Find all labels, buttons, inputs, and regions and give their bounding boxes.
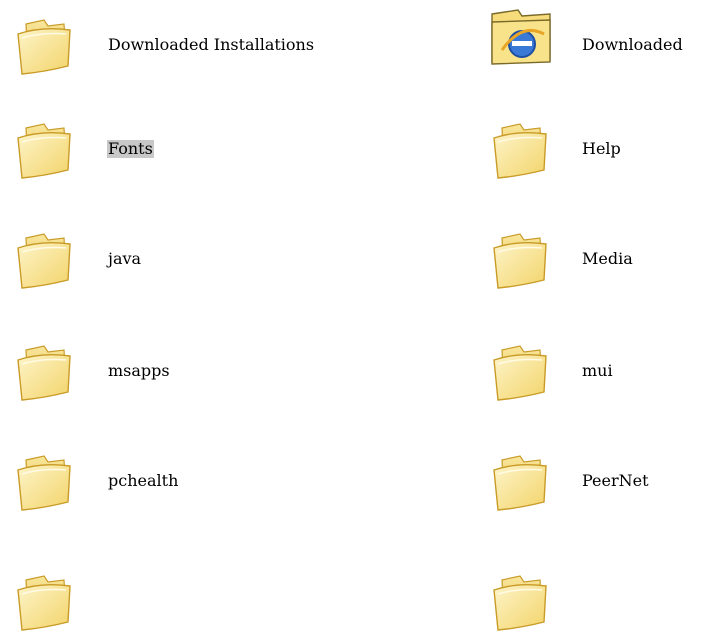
folder-label: Downloaded <box>582 35 683 54</box>
folder-label: Help <box>582 139 621 158</box>
folder-label: pchealth <box>108 471 179 490</box>
folder-label-selected: Fonts <box>107 139 154 158</box>
internet-explorer-folder-icon <box>488 4 554 68</box>
folder-label: mui <box>582 361 613 380</box>
folder-icon <box>488 338 554 402</box>
folder-icon <box>488 116 554 180</box>
folder-icon <box>12 12 78 76</box>
folder-icon <box>12 448 78 512</box>
folder-label: Downloaded Installations <box>108 35 315 54</box>
folder-icon <box>12 226 78 290</box>
folder-icon <box>488 568 554 632</box>
folder-icon <box>488 448 554 512</box>
folder-label: Media <box>582 249 633 268</box>
folder-label: PeerNet <box>582 471 649 490</box>
folder-icon <box>488 226 554 290</box>
folder-label: msapps <box>108 361 170 380</box>
folder-label: java <box>108 249 142 268</box>
folder-icon <box>12 568 78 632</box>
folder-icon <box>12 338 78 402</box>
folder-icon <box>12 116 78 180</box>
